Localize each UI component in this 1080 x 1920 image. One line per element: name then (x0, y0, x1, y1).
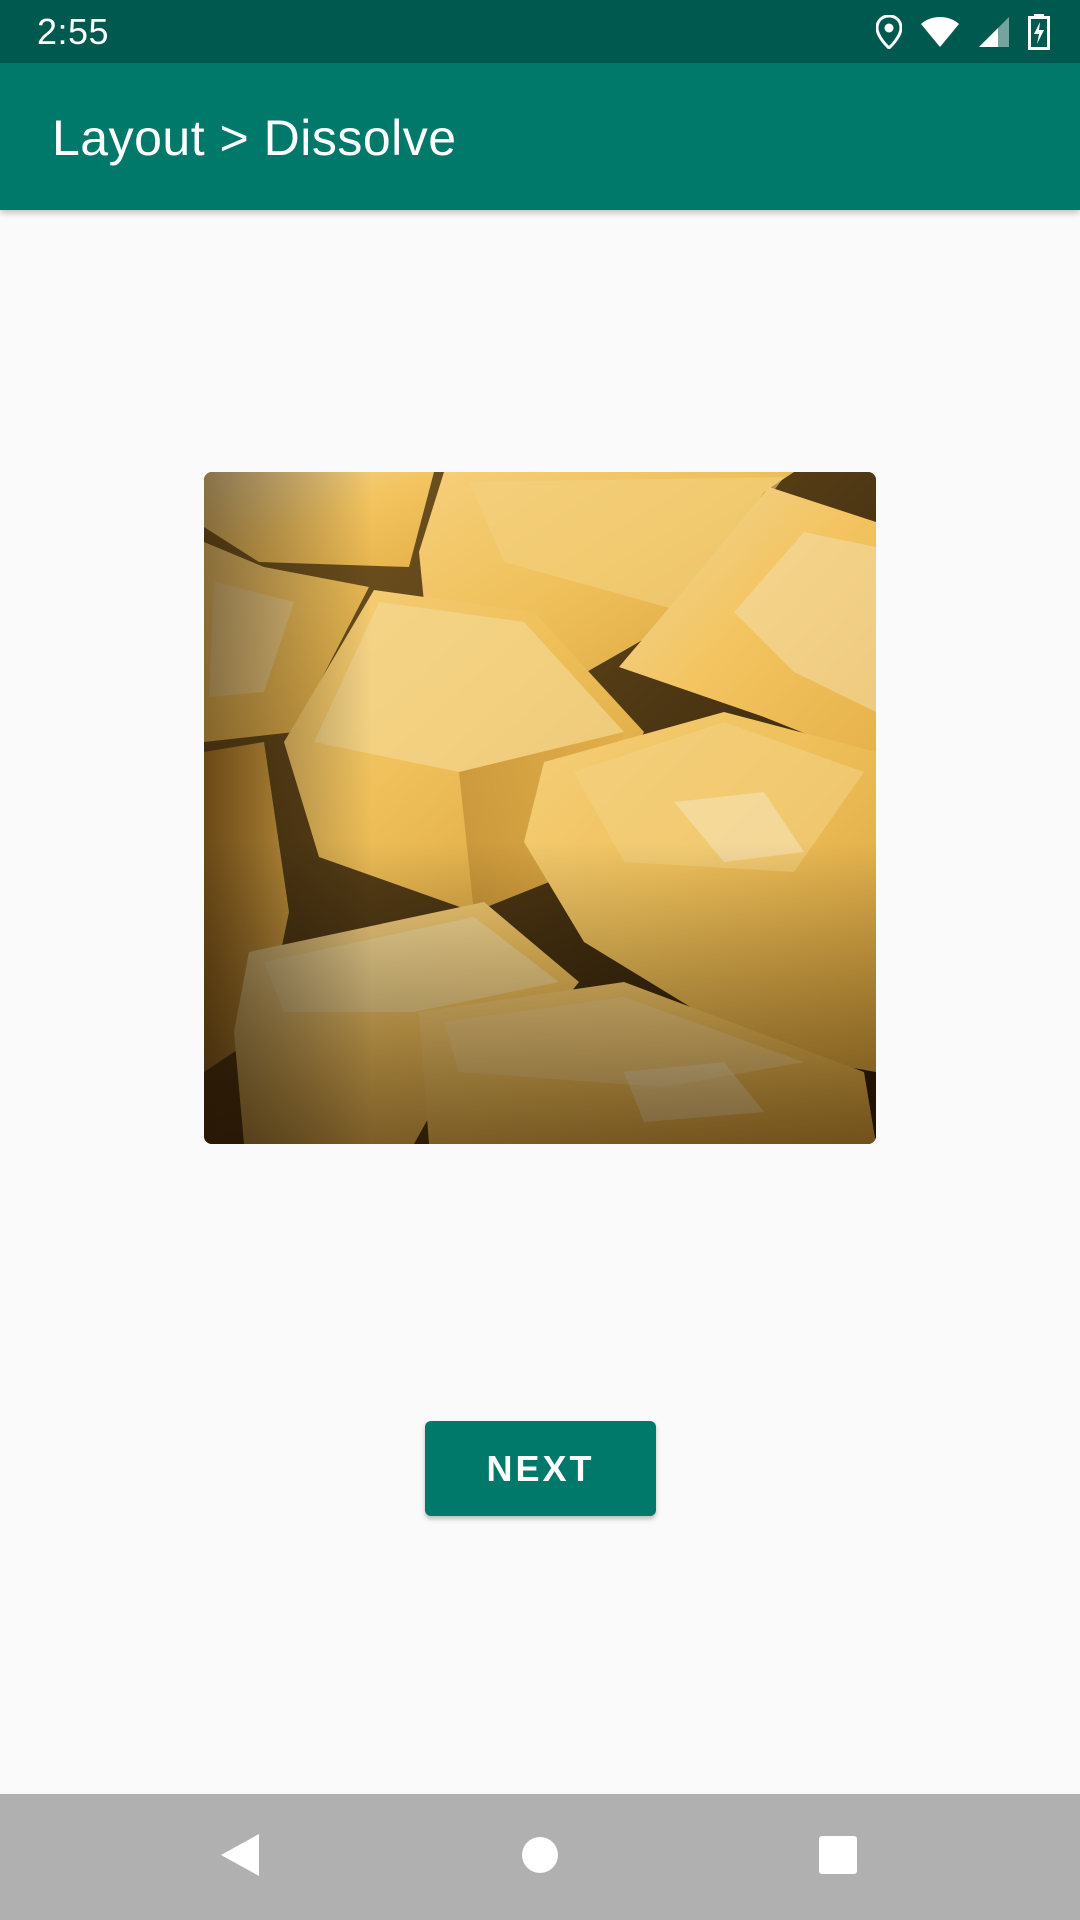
location-icon (876, 15, 902, 49)
recents-button[interactable] (768, 1794, 908, 1920)
back-button[interactable] (170, 1794, 310, 1920)
app-bar: Layout > Dissolve (0, 63, 1080, 210)
next-button[interactable]: NEXT (425, 1421, 656, 1516)
battery-charging-icon (1028, 14, 1050, 50)
home-button[interactable] (470, 1794, 610, 1920)
cell-signal-icon (978, 16, 1010, 48)
cheese-cubes-photo (204, 472, 876, 1144)
home-icon (520, 1835, 560, 1880)
status-time: 2:55 (37, 11, 110, 52)
wifi-icon (920, 16, 960, 48)
recents-icon (818, 1835, 858, 1880)
navigation-bar (0, 1794, 1080, 1920)
back-icon (219, 1832, 261, 1883)
status-bar: 2:55 (0, 0, 1080, 63)
page-title: Layout > Dissolve (52, 110, 457, 166)
status-icons (876, 12, 1050, 52)
